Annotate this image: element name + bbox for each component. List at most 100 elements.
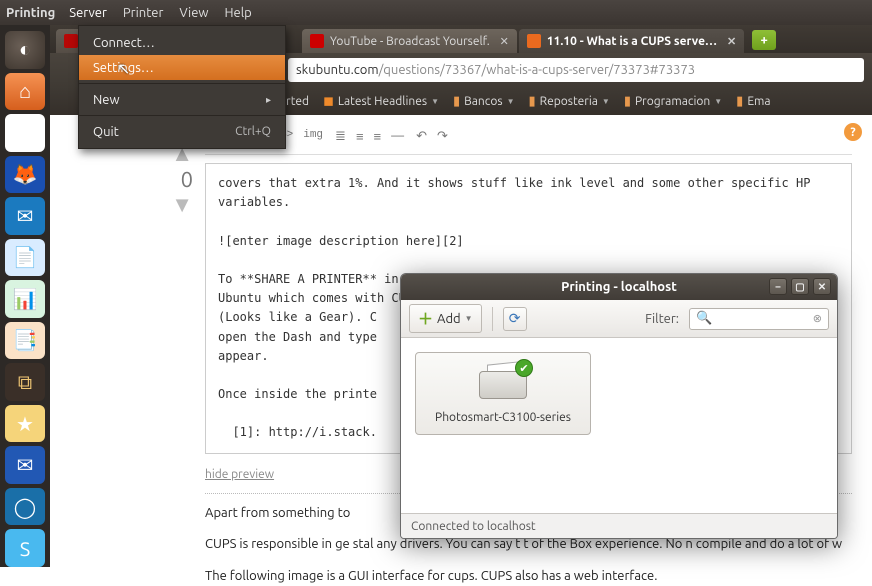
printing-window: Printing - localhost – ▢ ✕ ＋ Add ▼ ⟳ Fil… [400,273,838,539]
vote-score: 0 [181,167,193,192]
vote-gutter: ▲ 0 ▼ [50,115,205,567]
chevron-down-icon: ▼ [714,97,722,106]
youtube-favicon-icon [310,34,324,48]
thunderbird-icon[interactable]: ✉ [5,446,45,484]
filter-label: Filter: [645,312,679,326]
chevron-down-icon: ▼ [465,314,473,323]
firefox-icon[interactable]: 🦊 [5,156,45,194]
filter-input[interactable]: 🔍 ⊗ [689,308,829,330]
minimize-button[interactable]: – [769,278,787,295]
server-dropdown: Connect… Settings… New▸ Quit Ctrl+Q [78,25,286,149]
folder-icon: ▮ [453,94,460,109]
url-input[interactable]: skubuntu.com/questions/73367/what-is-a-c… [288,58,864,82]
chat-icon[interactable]: ✉ [5,197,45,235]
tab-label: YouTube - Broadcast Yourself. [330,35,490,48]
favicon-icon [64,34,78,48]
menu-printer[interactable]: Printer [123,6,163,20]
folder-icon: ▮ [528,94,535,109]
menu-quit-accel: Ctrl+Q [235,125,271,138]
search-icon: 🔍 [696,311,712,326]
menu-settings[interactable]: Settings… [79,55,285,80]
hide-preview-link[interactable]: hide preview [205,468,274,481]
menu-connect-label: Connect… [93,36,155,50]
menu-view[interactable]: View [179,6,208,20]
unity-launcher: ◐ ⌂ ◉ 🦊 ✉ 📄 📊 📑 ⧉ ★ ✉ ◯ S [0,25,50,567]
maximize-button[interactable]: ▢ [791,278,809,295]
add-label: Add [437,312,461,326]
bm-label: Programacion [635,95,710,108]
menu-settings-label: Settings… [93,61,154,75]
tab-youtube[interactable]: YouTube - Broadcast Yourself. ✕ [302,29,517,53]
printer-tile[interactable]: ✔ Photosmart-C3100-series [415,352,591,435]
menu-help[interactable]: Help [225,6,252,20]
hr-icon[interactable]: — [391,129,404,144]
bookmark-reposteria[interactable]: ▮ Reposteria ▼ [528,94,609,109]
menu-separator [79,115,285,116]
calc-icon[interactable]: 📊 [5,280,45,318]
url-host: skubuntu.com [296,63,379,77]
printer-icon: ✔ [475,363,531,403]
chevron-down-icon: ▼ [431,97,439,106]
folder-icon: ▮ [736,94,743,109]
tab-label: 11.10 - What is a CUPS serve… [547,35,717,48]
menu-server[interactable]: Server [69,6,107,20]
app-title: Printing [6,6,55,20]
app-icon[interactable]: ★ [5,405,45,443]
chrome-icon[interactable]: ◉ [5,114,45,152]
olist-icon[interactable]: ≣ [335,129,346,144]
toolbar-separator [492,307,493,331]
bm-label: Reposteria [540,95,598,108]
image-button[interactable]: img [303,129,323,144]
default-check-icon: ✔ [515,359,533,377]
status-bar: Connected to localhost [401,514,837,538]
rss-icon: ◼ [323,94,334,109]
menu-quit[interactable]: Quit Ctrl+Q [79,119,285,144]
ulist-icon[interactable]: ≡ [356,129,364,144]
bm-label: Ema [747,95,770,108]
bm-label: Latest Headlines [338,95,427,108]
menu-new[interactable]: New▸ [79,87,285,112]
printer-name: Photosmart-C3100-series [435,411,571,424]
bm-label: Bancos [464,95,502,108]
tab-close-icon[interactable]: ✕ [500,35,509,48]
skype-icon[interactable]: S [5,529,45,567]
writer-icon[interactable]: 📄 [5,239,45,277]
preview-p3: The following image is a GUI interface f… [205,567,852,586]
menu-new-label: New [93,93,120,107]
window-title: Printing - localhost [561,280,677,294]
bookmark-ema[interactable]: ▮ Ema [736,94,770,109]
menu-separator [79,83,285,84]
menu-quit-label: Quit [93,125,119,139]
close-button[interactable]: ✕ [813,278,831,295]
printers-pane: ✔ Photosmart-C3100-series [401,338,837,514]
chevron-down-icon: ▼ [602,97,610,106]
chevron-down-icon: ▼ [507,97,515,106]
printing-toolbar: ＋ Add ▼ ⟳ Filter: 🔍 ⊗ [401,300,837,338]
tab-askubuntu[interactable]: 11.10 - What is a CUPS serve… ✕ [519,29,744,53]
app2-icon[interactable]: ◯ [5,488,45,526]
window-buttons: – ▢ ✕ [769,278,831,295]
status-text: Connected to localhost [411,520,536,533]
tab-close-icon[interactable]: ✕ [727,35,736,48]
files-icon[interactable]: ⌂ [5,73,45,111]
bookmark-programacion[interactable]: ▮Programacion▼ [624,94,722,109]
impress-icon[interactable]: 📑 [5,322,45,360]
undo-button[interactable]: ↶ [416,129,427,144]
editor-toolbar: B I ∞ ❝ <$> img ≣ ≡ ≡ — ↶ ↷ [205,125,852,155]
terminal-icon[interactable]: ⧉ [5,363,45,401]
bookmark-latest[interactable]: ◼ Latest Headlines ▼ [323,94,439,109]
menu-connect[interactable]: Connect… [79,30,285,55]
help-icon[interactable]: ? [844,123,862,141]
downvote-icon[interactable]: ▼ [171,194,193,216]
new-tab-button[interactable]: + [752,30,776,50]
refresh-button[interactable]: ⟳ [503,307,527,331]
redo-button[interactable]: ↷ [437,129,448,144]
plus-icon: ＋ [418,308,433,329]
clear-icon[interactable]: ⊗ [813,312,822,325]
askubuntu-favicon-icon [527,34,541,48]
heading-icon[interactable]: ≡ [374,129,382,144]
dash-icon[interactable]: ◐ [5,31,45,69]
bookmark-bancos[interactable]: ▮ Bancos ▼ [453,94,515,109]
add-printer-button[interactable]: ＋ Add ▼ [409,304,482,333]
window-titlebar[interactable]: Printing - localhost – ▢ ✕ [401,274,837,300]
